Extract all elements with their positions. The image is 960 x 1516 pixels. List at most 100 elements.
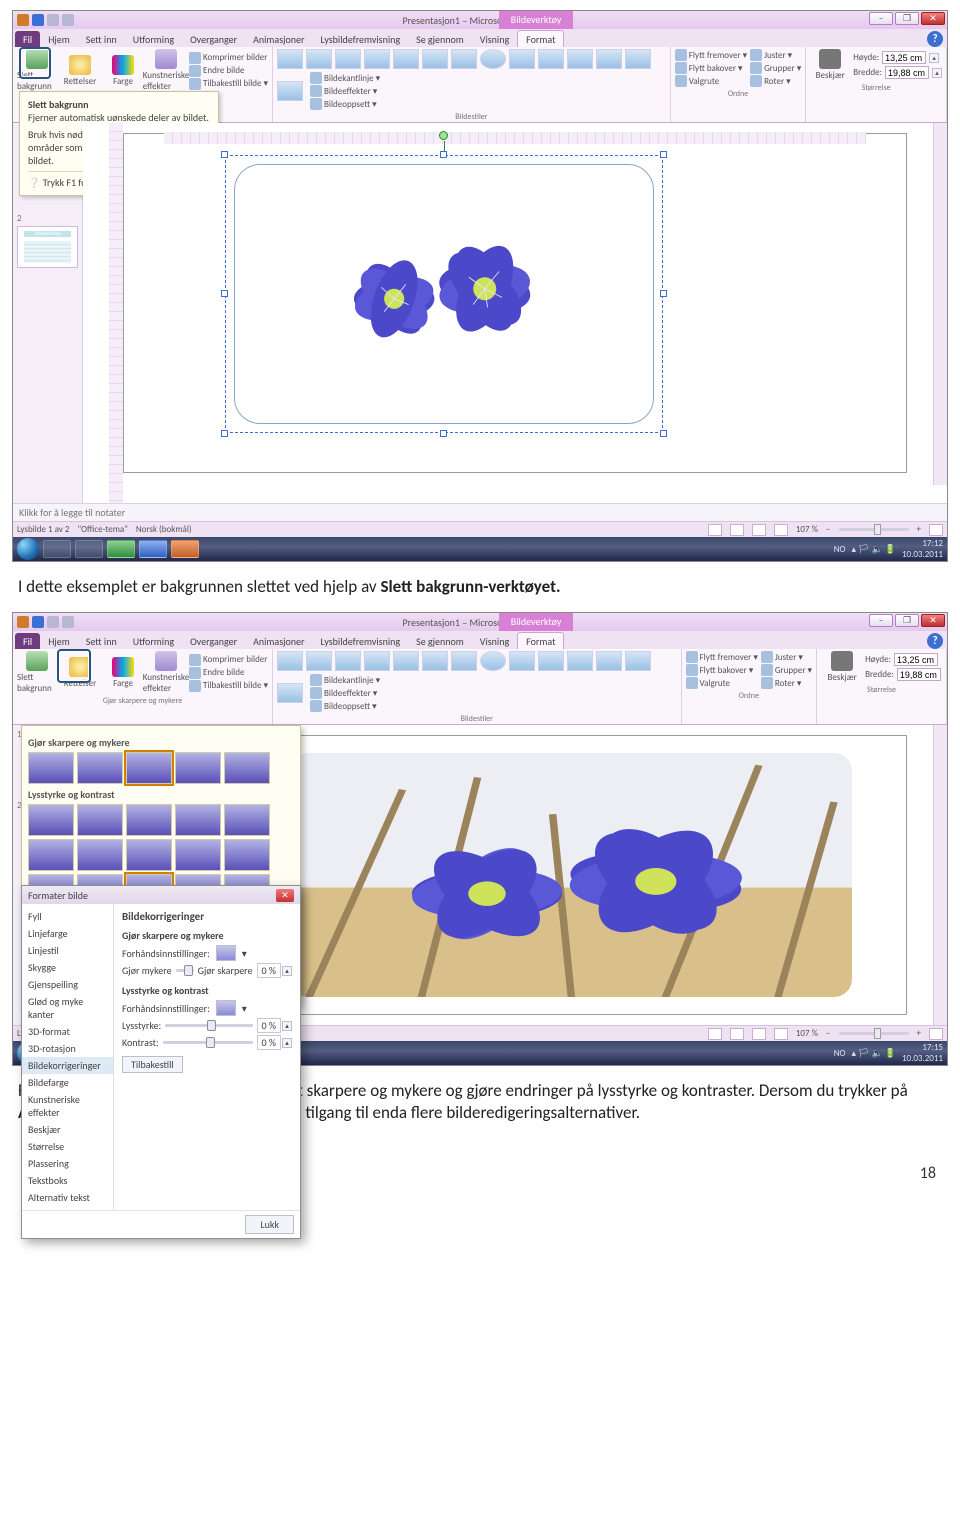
redo-icon[interactable] xyxy=(62,616,74,628)
color-button[interactable]: Farge xyxy=(103,657,143,689)
gallery-thumb[interactable] xyxy=(28,752,74,784)
corrections-button[interactable]: Rettelser xyxy=(60,657,100,689)
tab-hjem[interactable]: Hjem xyxy=(40,31,78,47)
dialog-titlebar[interactable]: Formater bilde ✕ xyxy=(22,886,300,904)
dialog-category[interactable]: Størrelse xyxy=(22,1138,113,1155)
send-backward-button[interactable]: Flytt bakover ▾ xyxy=(675,62,747,74)
system-tray[interactable]: NO▴ 🏳 🔈 🔋 17:1510.03.2011 xyxy=(834,1042,943,1064)
taskbar-powerpoint[interactable] xyxy=(171,540,199,558)
resize-handle[interactable] xyxy=(221,290,228,297)
reset-button[interactable]: Tilbakestill xyxy=(122,1056,183,1073)
reading-view-button[interactable] xyxy=(752,524,766,536)
width-input[interactable]: Bredde:▴ xyxy=(853,66,942,79)
picture-layout-button[interactable]: Bildeoppsett ▾ xyxy=(310,98,380,110)
zoom-out-button[interactable]: − xyxy=(826,1028,830,1039)
maximize-button[interactable]: ❐ xyxy=(895,614,919,627)
picture-layout-button[interactable]: Bildeoppsett ▾ xyxy=(310,700,380,712)
gallery-thumb[interactable] xyxy=(175,804,221,836)
save-icon[interactable] xyxy=(32,616,44,628)
selection-pane-button[interactable]: Valgrute xyxy=(686,677,758,689)
dialog-category[interactable]: Bildekorrigeringer xyxy=(22,1057,113,1074)
slide-canvas[interactable] xyxy=(235,735,907,1015)
zoom-out-button[interactable]: − xyxy=(826,524,830,535)
gallery-thumb[interactable] xyxy=(77,839,123,871)
reset-picture-button[interactable]: Tilbakestill bilde ▾ xyxy=(189,78,268,90)
dialog-category[interactable]: Tekstboks xyxy=(22,1172,113,1189)
height-input[interactable]: Høyde:▴ xyxy=(853,51,942,64)
rotate-button[interactable]: Roter ▾ xyxy=(750,75,801,87)
language-indicator[interactable]: Norsk (bokmål) xyxy=(136,524,192,535)
minimize-button[interactable]: – xyxy=(869,614,893,627)
rotate-button[interactable]: Roter ▾ xyxy=(761,677,812,689)
redo-icon[interactable] xyxy=(62,14,74,26)
notes-pane[interactable]: Klikk for å legge til notater xyxy=(13,503,947,521)
width-input[interactable]: Bredde: xyxy=(865,668,941,681)
rotate-handle[interactable] xyxy=(439,131,448,140)
picture-styles-gallery[interactable]: Bildekantlinje ▾ Bildeeffekter ▾ Bildeop… xyxy=(277,49,666,110)
send-backward-button[interactable]: Flytt bakover ▾ xyxy=(686,664,758,676)
preset-dropdown[interactable] xyxy=(216,945,236,961)
sorter-view-button[interactable] xyxy=(730,524,744,536)
zoom-in-button[interactable]: + xyxy=(917,524,921,535)
resize-handle[interactable] xyxy=(660,430,667,437)
dialog-category[interactable]: 3D-format xyxy=(22,1023,113,1040)
resize-handle[interactable] xyxy=(221,151,228,158)
dialog-category[interactable]: Kunstneriske effekter xyxy=(22,1091,113,1121)
maximize-button[interactable]: ❐ xyxy=(895,12,919,25)
vertical-scrollbar[interactable] xyxy=(933,123,947,485)
gallery-thumb[interactable] xyxy=(175,839,221,871)
gallery-thumb[interactable] xyxy=(77,804,123,836)
color-button[interactable]: Farge xyxy=(103,55,143,87)
dialog-category[interactable]: Alternativ tekst xyxy=(22,1189,113,1206)
crop-button[interactable]: Beskjær xyxy=(822,651,862,683)
normal-view-button[interactable] xyxy=(708,524,722,536)
normal-view-button[interactable] xyxy=(708,1028,722,1040)
group-button[interactable]: Grupper ▾ xyxy=(761,664,812,676)
fit-button[interactable] xyxy=(929,1028,943,1040)
gallery-thumb[interactable] xyxy=(126,839,172,871)
picture-effects-button[interactable]: Bildeeffekter ▾ xyxy=(310,687,380,699)
resize-handle[interactable] xyxy=(440,430,447,437)
help-icon[interactable]: ? xyxy=(927,31,943,47)
taskbar-word[interactable] xyxy=(139,540,167,558)
dialog-category[interactable]: Linjestil xyxy=(22,942,113,959)
gallery-thumb[interactable] xyxy=(28,804,74,836)
picture-selection[interactable] xyxy=(234,164,654,424)
close-button[interactable]: ✕ xyxy=(921,12,945,25)
tab-animasjoner[interactable]: Animasjoner xyxy=(245,633,312,649)
change-picture-button[interactable]: Endre bilde xyxy=(189,667,268,679)
compress-pictures-button[interactable]: Komprimer bilder xyxy=(189,52,268,64)
tab-lysbildefremvisning[interactable]: Lysbildefremvisning xyxy=(313,633,409,649)
bring-forward-button[interactable]: Flytt fremover ▾ xyxy=(686,651,758,663)
gallery-thumb[interactable] xyxy=(77,752,123,784)
tab-utforming[interactable]: Utforming xyxy=(125,633,182,649)
dialog-close-button[interactable]: ✕ xyxy=(276,889,294,902)
remove-background-button[interactable]: Slett bakgrunn xyxy=(17,49,57,92)
brightness-slider[interactable]: Lysstyrke: 0 %▴ xyxy=(122,1018,292,1033)
picture-styles-gallery[interactable]: Bildekantlinje ▾ Bildeeffekter ▾ Bildeop… xyxy=(277,651,676,712)
slideshow-view-button[interactable] xyxy=(774,1028,788,1040)
gallery-thumb[interactable] xyxy=(126,752,172,784)
taskbar-excel[interactable] xyxy=(107,540,135,558)
tab-segjennom[interactable]: Se gjennom xyxy=(408,31,472,47)
dialog-category[interactable]: Plassering xyxy=(22,1155,113,1172)
align-button[interactable]: Juster ▾ xyxy=(761,651,812,663)
height-input[interactable]: Høyde: xyxy=(865,653,941,666)
dialog-category[interactable]: Fyll xyxy=(22,908,113,925)
tab-format[interactable]: Format xyxy=(517,632,564,649)
crop-button[interactable]: Beskjær xyxy=(810,49,850,81)
gallery-thumb[interactable] xyxy=(175,752,221,784)
dialog-categories[interactable]: FyllLinjefargeLinjestilSkyggeGjenspeilin… xyxy=(22,904,114,1210)
tab-fil[interactable]: Fil xyxy=(15,633,40,649)
dialog-category[interactable]: Beskjær xyxy=(22,1121,113,1138)
selection-pane-button[interactable]: Valgrute xyxy=(675,75,747,87)
taskbar-explorer[interactable] xyxy=(43,540,71,558)
artistic-effects-button[interactable]: Kunstneriske effekter xyxy=(146,49,186,92)
tab-fil[interactable]: Fil xyxy=(15,31,40,47)
tab-animasjoner[interactable]: Animasjoner xyxy=(245,31,312,47)
picture-effects-button[interactable]: Bildeeffekter ▾ xyxy=(310,85,380,97)
tab-segjennom[interactable]: Se gjennom xyxy=(408,633,472,649)
sharpen-slider[interactable]: Gjør mykere Gjør skarpere 0 %▴ xyxy=(122,963,292,978)
dialog-category[interactable]: Linjefarge xyxy=(22,925,113,942)
gallery-thumb[interactable] xyxy=(28,839,74,871)
